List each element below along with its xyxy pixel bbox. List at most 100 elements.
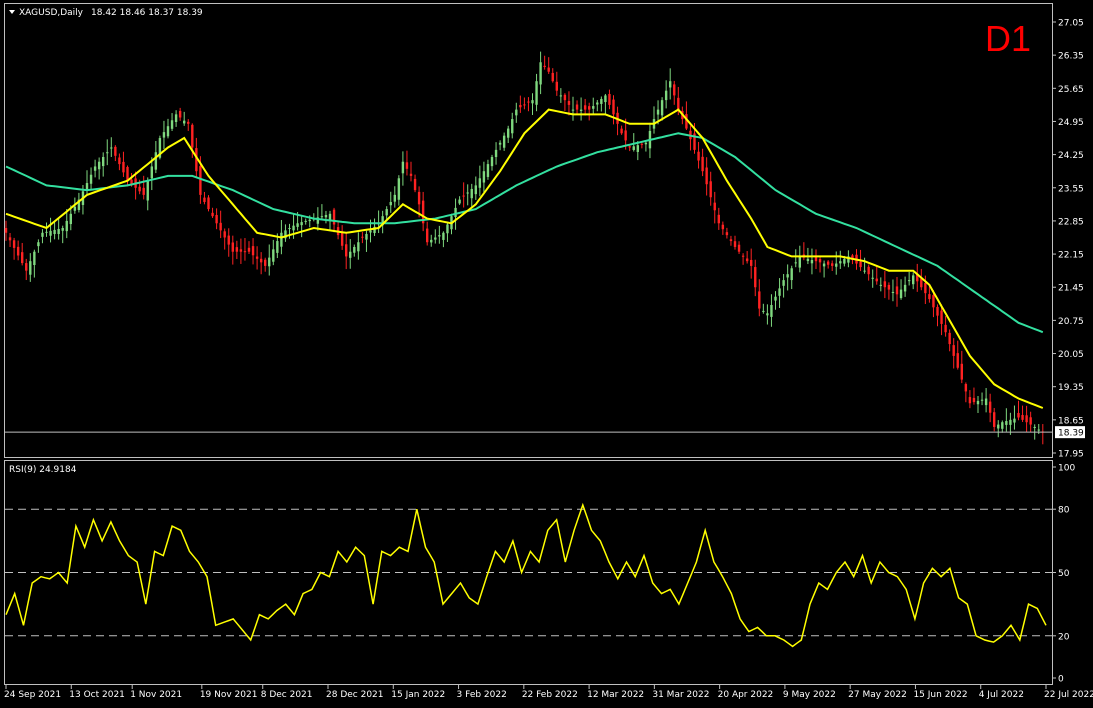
candle-body <box>430 239 433 243</box>
candle-body <box>150 166 153 179</box>
candle-body <box>223 231 226 238</box>
candle-body <box>462 195 465 197</box>
time-tick-label: 15 Jan 2022 <box>391 690 445 700</box>
candle-body <box>976 400 980 405</box>
candle-body <box>4 228 8 233</box>
candle-body <box>251 246 255 256</box>
candle-body <box>162 132 166 138</box>
candle-body <box>774 296 777 301</box>
candle-body <box>600 98 603 104</box>
candle-body <box>183 120 186 124</box>
candle-body <box>839 261 842 264</box>
time-tick-label: 22 Feb 2022 <box>522 690 578 700</box>
candle-body <box>454 207 457 217</box>
candle-body <box>349 251 352 258</box>
candle-body <box>138 186 141 192</box>
candle-body <box>887 284 891 290</box>
candle-body <box>677 97 680 110</box>
ohlc-values: 18.42 18.46 18.37 18.39 <box>91 8 203 18</box>
candle-body <box>640 143 644 145</box>
candle-body <box>219 222 222 231</box>
candle-body <box>912 275 915 285</box>
candle-body <box>8 237 12 241</box>
candle-body <box>964 384 968 392</box>
candle-body <box>741 255 745 257</box>
candle-body <box>907 280 911 282</box>
candle-body <box>762 310 765 312</box>
candle-body <box>482 171 486 183</box>
candle-body <box>89 174 93 184</box>
candle-body <box>292 225 295 231</box>
candle-body <box>502 135 506 148</box>
candle-body <box>745 258 749 262</box>
price-tick-label: 21.45 <box>1058 284 1084 294</box>
candle-body <box>701 156 704 172</box>
candle-body <box>340 232 344 246</box>
candle-body <box>1017 412 1020 418</box>
candle-body <box>357 242 360 252</box>
candle-body <box>97 161 101 170</box>
time-tick-label: 1 Nov 2021 <box>130 690 182 700</box>
candle-body <box>1013 418 1016 423</box>
candle-body <box>579 109 583 111</box>
candle-body <box>191 124 194 148</box>
time-tick-label: 24 Sep 2021 <box>4 690 61 700</box>
candle-body <box>875 278 878 282</box>
time-tick-label: 27 May 2022 <box>848 690 907 700</box>
candle-body <box>259 258 263 263</box>
candle-body <box>272 249 275 262</box>
candle-body <box>608 93 611 105</box>
candle-body <box>790 268 793 281</box>
candle-body <box>288 228 291 230</box>
candle-body <box>596 102 599 105</box>
candle-body <box>612 99 615 115</box>
candle-body <box>867 266 870 275</box>
time-tick-label: 9 May 2022 <box>783 690 836 700</box>
candle-body <box>470 188 473 199</box>
candle-body <box>507 128 510 138</box>
candle-body <box>57 228 60 235</box>
rsi-tick-label: 100 <box>1058 464 1075 474</box>
candle-body <box>207 197 210 210</box>
candle-body <box>69 213 72 225</box>
rsi-tick-label: 50 <box>1058 569 1070 579</box>
candle-body <box>239 249 243 252</box>
candle-body <box>835 263 838 267</box>
candle-body <box>1009 419 1012 425</box>
time-tick-label: 12 Mar 2022 <box>587 690 644 700</box>
candle-body <box>511 119 514 134</box>
candle-body <box>786 274 789 278</box>
candle-body <box>1029 417 1032 425</box>
candle-body <box>563 94 567 101</box>
candle-body <box>280 232 283 247</box>
candle-body <box>409 173 413 176</box>
candle-body <box>227 235 230 245</box>
price-tick-label: 25.65 <box>1058 85 1084 95</box>
candle-body <box>235 247 239 252</box>
time-tick-label: 4 Jul 2022 <box>979 690 1024 700</box>
candle-body <box>353 246 356 253</box>
candle-body <box>571 109 575 111</box>
candle-body <box>628 146 631 148</box>
candle-body <box>417 191 421 205</box>
candle-body <box>940 310 943 324</box>
candle-body <box>826 261 830 265</box>
candle-body <box>843 258 846 264</box>
candle-body <box>733 241 737 247</box>
candle-body <box>434 237 437 240</box>
candle-body <box>831 263 834 266</box>
candle-body <box>21 252 24 264</box>
candle-body <box>936 306 939 316</box>
candle-body <box>466 192 469 194</box>
candle-body <box>397 178 401 200</box>
candle-body <box>393 194 396 202</box>
timeframe-label: D1 <box>985 18 1031 59</box>
candle-body <box>1005 421 1008 425</box>
candle-body <box>345 244 348 257</box>
candle-body <box>620 128 623 134</box>
candle-body <box>114 146 117 156</box>
candle-body <box>37 242 40 247</box>
rsi-tick-label: 80 <box>1058 506 1070 516</box>
candle-body <box>215 214 218 224</box>
trading-chart: 27.05 26.35 25.65 24.95 24.25 23.55 22.85 22.15… <box>0 0 1093 708</box>
